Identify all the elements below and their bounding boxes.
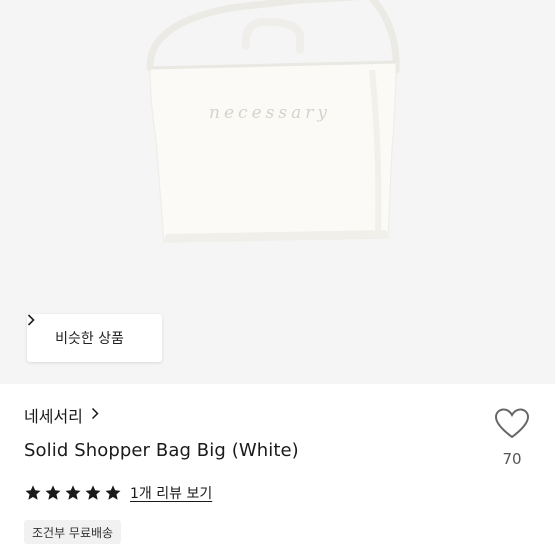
rating-row: 1개 리뷰 보기 <box>24 482 212 504</box>
brand-link[interactable]: 네세서리 <box>24 404 99 426</box>
star-icon <box>85 485 101 500</box>
star-icon <box>105 485 121 500</box>
similar-products-button[interactable]: 비슷한 상품 <box>27 314 162 362</box>
similar-products-label: 비슷한 상품 <box>55 331 124 347</box>
product-title: Solid Shopper Bag Big (White) <box>24 440 299 461</box>
heart-outline-icon <box>494 408 530 444</box>
bag-embroidery-text: necessary <box>209 103 331 123</box>
product-image[interactable]: necessary 비슷한 상품 <box>0 0 555 384</box>
favorite-count: 70 <box>502 450 522 468</box>
star-icon <box>25 485 41 500</box>
favorite-button[interactable]: 70 <box>488 408 536 478</box>
brand-name: 네세서리 <box>24 407 83 426</box>
star-rating <box>24 484 122 502</box>
shipping-badge: 조건부 무료배송 <box>24 520 122 544</box>
chevron-right-icon <box>91 406 99 424</box>
reviews-link[interactable]: 1개 리뷰 보기 <box>130 483 212 503</box>
product-info: 네세서리 Solid Shopper Bag Big (White) 70 1개… <box>0 384 555 555</box>
star-icon <box>45 485 61 500</box>
star-icon <box>65 485 81 500</box>
